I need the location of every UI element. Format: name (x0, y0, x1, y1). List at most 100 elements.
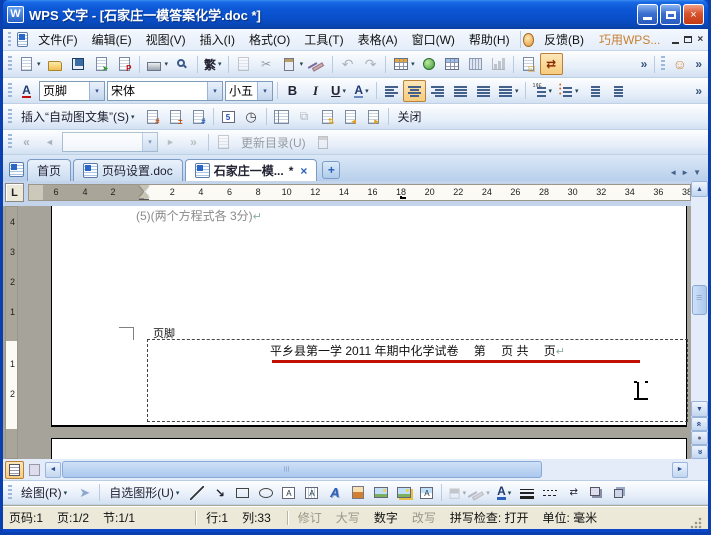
print-preview-button[interactable] (171, 53, 194, 75)
bold-button[interactable]: B (281, 80, 304, 102)
dash-style-button[interactable] (539, 482, 562, 504)
insert-picture-button[interactable] (369, 482, 392, 504)
dropdown-arrow-icon[interactable]: ▾ (515, 87, 519, 95)
dropdown-arrow-icon[interactable]: ▾ (342, 87, 346, 95)
toolbar-grip[interactable] (8, 32, 11, 48)
decrease-indent-button[interactable] (582, 80, 605, 102)
font-size-dropdown-button[interactable]: ▾ (257, 82, 272, 100)
tabbar-doc-icon[interactable] (9, 162, 24, 177)
switch-header-footer-button[interactable]: ⇅ (316, 106, 339, 128)
hanging-indent-marker[interactable] (139, 192, 149, 198)
insert-clipart-button[interactable] (346, 482, 369, 504)
update-toc-button[interactable]: 更新目录(U) (235, 131, 312, 153)
outline-level-combobox[interactable]: ▾ (62, 132, 158, 152)
document-map-button[interactable]: ◱ (517, 53, 540, 75)
scroll-left-button[interactable]: ◄ (45, 462, 61, 478)
open-button[interactable] (44, 53, 67, 75)
italic-button[interactable]: I (304, 80, 327, 102)
tab-list-button[interactable]: ▼ (693, 168, 701, 177)
insert-page-number-button[interactable]: # (141, 106, 164, 128)
font-color-button[interactable]: A▾ (493, 482, 516, 504)
go-next-button[interactable]: ► (159, 131, 182, 153)
dropdown-arrow-icon[interactable]: ▾ (575, 87, 579, 95)
insert-caption-frame-button[interactable]: A (415, 482, 438, 504)
table-button[interactable] (441, 53, 464, 75)
toolbar-grip[interactable] (661, 56, 665, 72)
traditional-simplified-button[interactable]: 繁▾ (201, 53, 225, 75)
tab-home[interactable]: 首页 (27, 159, 71, 181)
minimize-button[interactable] (637, 4, 658, 25)
vertical-scroll-thumb[interactable] (692, 285, 707, 315)
align-center-button[interactable] (403, 80, 426, 102)
dropdown-arrow-icon[interactable]: ▾ (549, 87, 553, 95)
num-lock-indicator[interactable]: 数字 (374, 509, 398, 526)
dropdown-arrow-icon[interactable]: ▾ (411, 60, 415, 68)
go-first-button[interactable]: « (15, 131, 38, 153)
scroll-down-button[interactable]: ▼ (691, 401, 708, 417)
text-box-button[interactable]: A (277, 482, 300, 504)
paste-button[interactable]: ▾ (278, 53, 307, 75)
menu-feedback[interactable]: 反馈(B) (537, 29, 591, 50)
menu-file[interactable]: 文件(F) (31, 29, 84, 50)
restore-button[interactable] (660, 4, 681, 25)
oval-tool-button[interactable] (254, 482, 277, 504)
menu-table[interactable]: 表格(A) (351, 29, 405, 50)
vertical-scrollbar[interactable]: ▲ ▼ « ● « (691, 181, 708, 459)
bullet-list-button[interactable]: ▾ (555, 80, 582, 102)
cut-button[interactable]: ✂ (255, 53, 278, 75)
threed-style-button[interactable] (608, 482, 631, 504)
hyperlink-button[interactable] (418, 53, 441, 75)
dropdown-arrow-icon[interactable]: ▾ (300, 60, 304, 68)
document-canvas[interactable]: 4 3 2 1 1 2 (5)(两个方程式各 3分)↵ 页脚 平乡县第一学 20… (3, 206, 691, 459)
promo-link[interactable]: 巧用WPS... (599, 31, 660, 48)
columns-button[interactable] (464, 53, 487, 75)
draw-menu-button[interactable]: 绘图(R)▾ (15, 482, 73, 504)
redo-button[interactable]: ↷ (359, 53, 382, 75)
print-button[interactable]: ▾ (143, 53, 172, 75)
outline-view-button[interactable] (25, 461, 44, 479)
insert-date-button[interactable]: 5 (217, 106, 240, 128)
doc-close-button[interactable]: × (694, 32, 706, 47)
fill-color-button[interactable]: ⬒▾ (445, 482, 469, 504)
format-page-number-button[interactable]: # (187, 106, 210, 128)
menu-edit[interactable]: 编辑(E) (85, 29, 139, 50)
increase-indent-button[interactable] (605, 80, 628, 102)
font-size-combobox[interactable]: 小五 ▾ (225, 81, 273, 101)
toolbar-grip[interactable] (8, 56, 12, 72)
toc-button[interactable] (212, 131, 235, 153)
next-page-button[interactable]: « (691, 445, 708, 459)
wordart-button[interactable]: A (323, 482, 346, 504)
close-button[interactable]: × (683, 4, 704, 25)
spellcheck-status[interactable]: 拼写检查: 打开 (450, 509, 529, 526)
menu-insert[interactable]: 插入(I) (193, 29, 242, 50)
resize-grip[interactable] (690, 517, 702, 529)
indent-markers[interactable] (139, 185, 149, 201)
insert-page-count-button[interactable]: ± (164, 106, 187, 128)
vertical-scroll-track[interactable] (691, 197, 708, 401)
shadow-style-button[interactable] (585, 482, 608, 504)
page-view-button[interactable] (5, 461, 24, 479)
dropdown-arrow-icon[interactable]: ▾ (165, 60, 169, 68)
toolbar-grip[interactable] (8, 109, 12, 125)
menu-help[interactable]: 帮助(H) (462, 29, 517, 50)
font-combobox[interactable]: 宋体 ▾ (107, 81, 223, 101)
toolbar-overflow-button[interactable]: » (691, 57, 706, 71)
menu-view[interactable]: 视图(V) (139, 29, 193, 50)
select-objects-button[interactable]: ➤ (73, 482, 96, 504)
line-spacing-button[interactable]: ▾ (495, 80, 522, 102)
show-next-button[interactable]: ► (362, 106, 385, 128)
export-pdf-button[interactable]: P (113, 53, 136, 75)
close-header-footer-button[interactable]: 关闭 (392, 106, 428, 128)
tab-scroll-left-button[interactable]: ◄ (669, 168, 677, 177)
toolbar-overflow-button[interactable]: » (637, 57, 652, 71)
horizontal-scroll-track[interactable] (62, 461, 671, 478)
menu-format[interactable]: 格式(O) (242, 29, 297, 50)
scroll-right-button[interactable]: ► (672, 462, 688, 478)
tab-scroll-right-button[interactable]: ► (681, 168, 689, 177)
show-previous-button[interactable]: ◄ (339, 106, 362, 128)
distribute-button[interactable] (472, 80, 495, 102)
align-right-button[interactable] (426, 80, 449, 102)
doc-restore-button[interactable] (682, 32, 694, 47)
dropdown-arrow-icon[interactable]: ▾ (365, 87, 369, 95)
outline-level-dropdown[interactable]: ▾ (142, 133, 157, 151)
